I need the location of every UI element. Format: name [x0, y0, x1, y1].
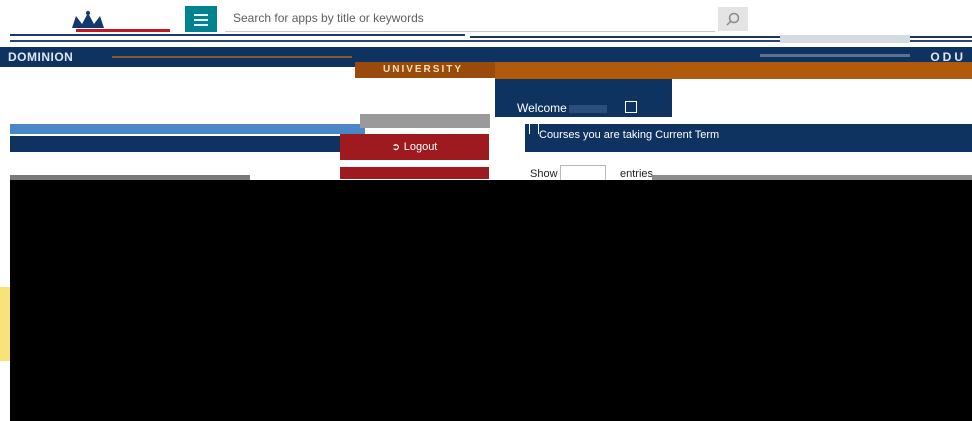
- left-panel-title-bar: [10, 136, 365, 152]
- search-placeholder: Search for apps by title or keywords: [233, 11, 424, 25]
- top-app-bar: Search for apps by title or keywords: [0, 0, 972, 34]
- menu-button[interactable]: [185, 6, 217, 32]
- logo-underline: [76, 29, 170, 32]
- secondary-button[interactable]: [340, 167, 489, 179]
- banner-wordmark: UNIVERSITY: [383, 64, 464, 75]
- occluded-region: [10, 180, 972, 421]
- courses-panel-header: Courses you are taking Current Term: [525, 120, 972, 152]
- user-badge-icon[interactable]: [625, 101, 637, 113]
- search-button[interactable]: [718, 7, 748, 31]
- heading-marker: [529, 120, 539, 134]
- show-label: Show: [530, 168, 558, 180]
- panel-divider: [360, 114, 490, 128]
- header-rule: [10, 34, 465, 36]
- header-glitch: [780, 35, 910, 43]
- left-panel-header: [10, 124, 365, 134]
- logout-button[interactable]: ➲ Logout: [340, 134, 489, 160]
- logout-label: Logout: [403, 141, 438, 153]
- entries-label: entries: [620, 168, 654, 180]
- welcome-panel: Welcome: [495, 79, 672, 117]
- university-banner: UNIVERSITY: [355, 62, 495, 78]
- entries-select[interactable]: [560, 165, 606, 181]
- nav-glitch: [760, 54, 910, 57]
- orange-strip: [495, 62, 972, 79]
- brand-tagline-line: [112, 56, 352, 58]
- welcome-text: Welcome: [517, 101, 567, 115]
- left-margin: [0, 124, 10, 284]
- search-icon: [726, 12, 740, 26]
- courses-heading: Courses you are taking Current Term: [539, 129, 720, 141]
- crown-logo: [68, 10, 108, 30]
- side-tab[interactable]: [0, 287, 10, 361]
- brand-name[interactable]: DOMINION: [8, 50, 73, 64]
- site-logo[interactable]: [62, 10, 170, 32]
- welcome-username: [569, 105, 607, 113]
- search-input[interactable]: Search for apps by title or keywords: [225, 7, 715, 32]
- sign-out-icon: ➲: [391, 142, 401, 153]
